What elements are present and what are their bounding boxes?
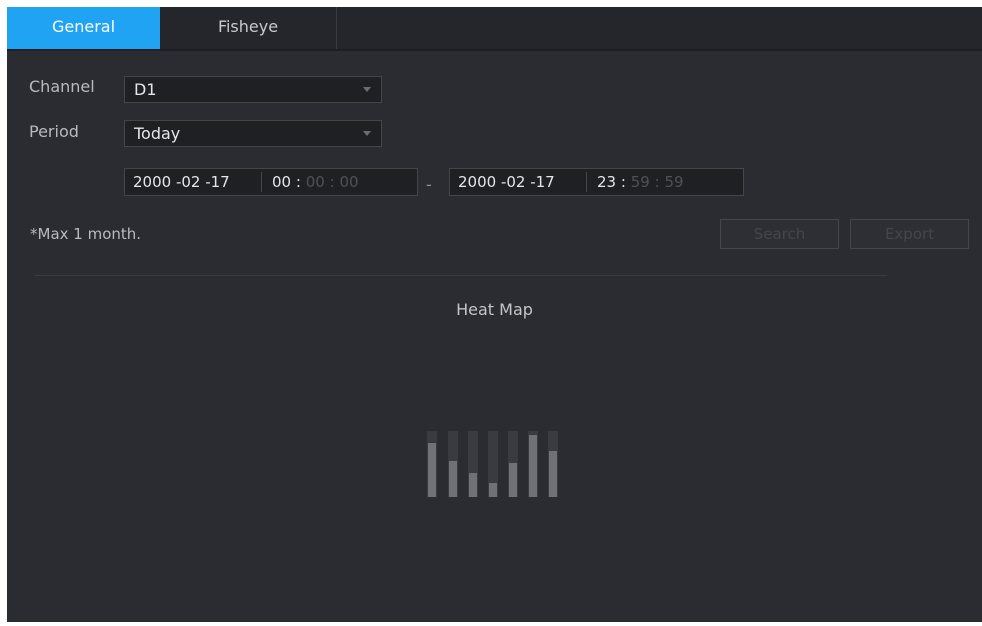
section-divider bbox=[35, 275, 887, 276]
export-button[interactable]: Export bbox=[850, 219, 969, 249]
chevron-down-icon bbox=[363, 131, 371, 136]
time-colon: : bbox=[329, 173, 335, 191]
divider bbox=[586, 172, 587, 192]
period-label: Period bbox=[29, 122, 79, 141]
heatmap-title: Heat Map bbox=[456, 300, 533, 319]
time-colon: : bbox=[295, 173, 301, 191]
end-time[interactable]: 23 : 59 : 59 bbox=[597, 169, 684, 195]
tab-bar: General Fisheye bbox=[7, 7, 982, 51]
range-separator: - bbox=[426, 175, 432, 194]
start-time[interactable]: 00 : 00 : 00 bbox=[272, 169, 359, 195]
start-datetime-field[interactable]: 2000 -02 -17 00 : 00 : 00 bbox=[124, 168, 418, 196]
period-value: Today bbox=[134, 124, 181, 143]
end-datetime-field[interactable]: 2000 -02 -17 23 : 59 : 59 bbox=[449, 168, 744, 196]
tab-general[interactable]: General bbox=[7, 7, 160, 49]
time-colon: : bbox=[620, 173, 626, 191]
channel-label: Channel bbox=[29, 77, 95, 96]
tab-fisheye[interactable]: Fisheye bbox=[160, 7, 337, 49]
end-minute[interactable]: 59 bbox=[631, 173, 650, 191]
start-minute[interactable]: 00 bbox=[306, 173, 325, 191]
end-hour[interactable]: 23 bbox=[597, 173, 616, 191]
heatmap-panel: General Fisheye Channel D1 Period Today … bbox=[7, 7, 982, 622]
end-second[interactable]: 59 bbox=[664, 173, 683, 191]
end-date[interactable]: 2000 -02 -17 bbox=[458, 169, 555, 195]
max-range-note: *Max 1 month. bbox=[30, 225, 142, 243]
divider bbox=[261, 172, 262, 192]
period-select[interactable]: Today bbox=[124, 120, 382, 147]
start-hour[interactable]: 00 bbox=[272, 173, 291, 191]
time-colon: : bbox=[654, 173, 660, 191]
chevron-down-icon bbox=[363, 87, 371, 92]
start-date[interactable]: 2000 -02 -17 bbox=[133, 169, 230, 195]
channel-select[interactable]: D1 bbox=[124, 76, 382, 103]
start-second[interactable]: 00 bbox=[339, 173, 358, 191]
search-button[interactable]: Search bbox=[720, 219, 839, 249]
bar-chart-placeholder-icon bbox=[427, 431, 558, 497]
channel-value: D1 bbox=[134, 80, 157, 99]
